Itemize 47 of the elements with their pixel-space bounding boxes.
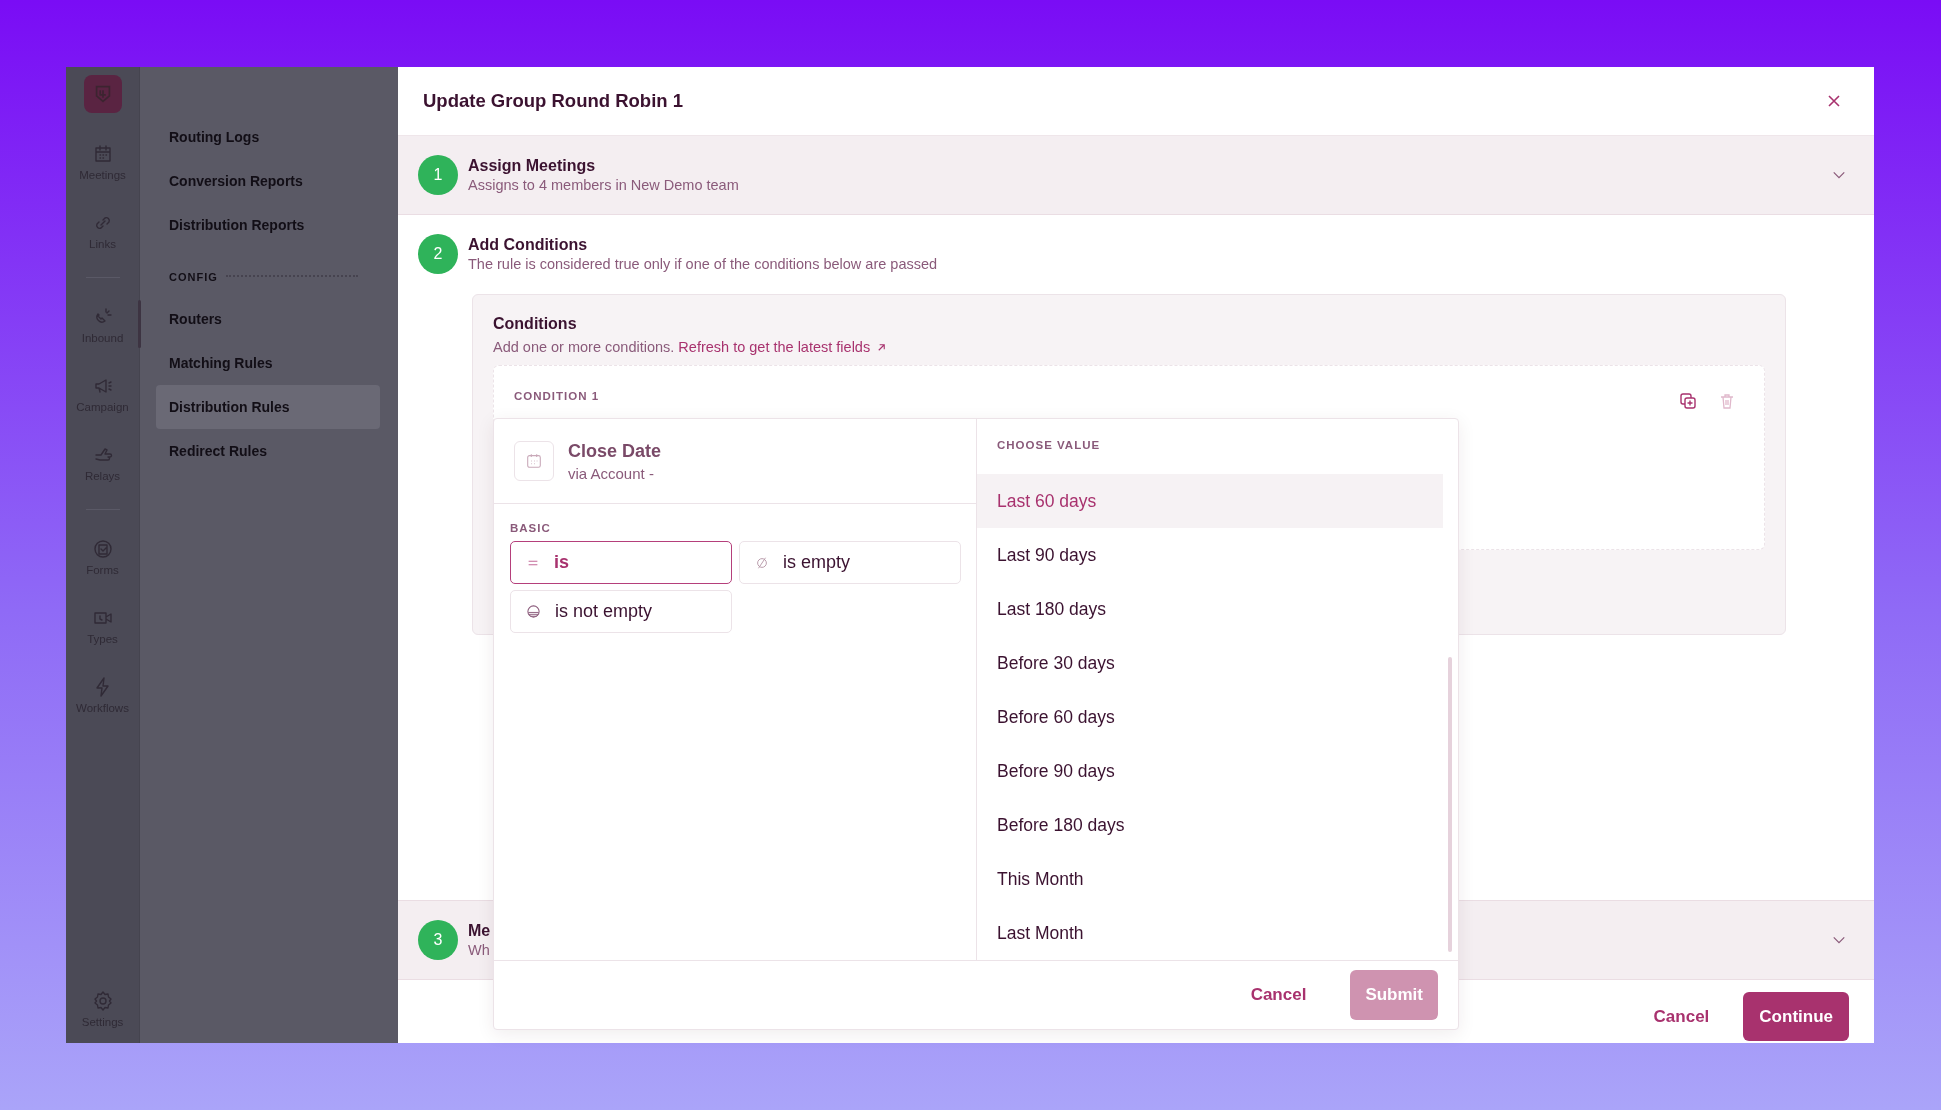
step-title: Assign Meetings	[468, 157, 597, 175]
modal-title: Update Group Round Robin 1	[423, 90, 683, 112]
value-option[interactable]: Last Month	[977, 906, 1443, 960]
step-number: 2	[418, 234, 458, 274]
step-title: Me	[468, 922, 491, 940]
value-option[interactable]: Before 60 days	[977, 690, 1443, 744]
step-subtitle: Assigns to 4 members in New Demo team	[468, 177, 739, 193]
value-option[interactable]: Last 60 days	[977, 474, 1443, 528]
value-option[interactable]: Last 90 days	[977, 528, 1443, 582]
cancel-button[interactable]: Cancel	[1246, 979, 1311, 1011]
nav-item[interactable]: Distribution Rules	[156, 385, 380, 429]
card-title: Conditions	[493, 315, 577, 333]
scrollbar[interactable]	[1448, 657, 1452, 952]
continue-button[interactable]: Continue	[1743, 992, 1849, 1041]
refresh-link[interactable]: Refresh to get the latest fields	[678, 339, 888, 355]
nav-item[interactable]: Matching Rules	[156, 341, 380, 385]
duplicate-icon[interactable]	[1679, 392, 1697, 410]
step-subtitle: The rule is considered true only if one of the conditions below are passed	[468, 256, 938, 272]
nav-item[interactable]: Distribution Reports	[156, 203, 380, 247]
half-circle-icon	[526, 604, 541, 619]
empty-set-icon	[755, 555, 769, 570]
field-name: Close Date	[568, 440, 662, 462]
value-option[interactable]: Before 90 days	[977, 744, 1443, 798]
step-number: 1	[418, 155, 458, 195]
value-option[interactable]: This Month	[977, 852, 1443, 906]
operator-option[interactable]: is not empty	[510, 590, 732, 633]
step-subtitle: Wh	[468, 942, 491, 958]
external-link-icon	[876, 341, 888, 353]
section-label: CHOOSE VALUE	[996, 438, 1102, 453]
operator-option[interactable]: is	[510, 541, 732, 584]
nav-item[interactable]: Routing Logs	[156, 115, 380, 159]
nav-item[interactable]: Conversion Reports	[156, 159, 380, 203]
value-option[interactable]: Before 180 days	[977, 798, 1443, 852]
field-source: via Account -	[568, 464, 655, 482]
nav-item[interactable]: Redirect Rules	[156, 429, 380, 473]
condition-label: CONDITION 1	[514, 390, 600, 402]
operator-option[interactable]: is empty	[739, 541, 961, 584]
card-description: Add one or more conditions.	[493, 339, 675, 355]
section-heading: CONFIG	[169, 271, 218, 283]
cancel-button[interactable]: Cancel	[1649, 1000, 1714, 1033]
step-title: Add Conditions	[468, 236, 589, 254]
value-option[interactable]: Last 180 days	[977, 582, 1443, 636]
calendar-icon	[514, 441, 554, 481]
nav-item[interactable]: Routers	[156, 297, 380, 341]
section-label: BASIC	[509, 521, 552, 534]
step-number: 3	[418, 920, 458, 960]
value-option[interactable]: Before 30 days	[977, 636, 1443, 690]
